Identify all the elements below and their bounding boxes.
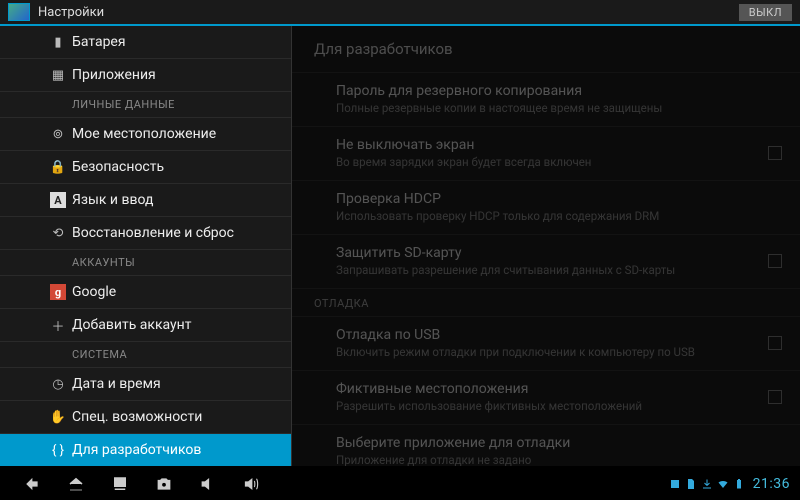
setting-subtitle: Приложение для отладки не задано <box>336 453 752 466</box>
sidebar-item-label: Приложения <box>72 67 156 83</box>
window-header: Настройки ВЫКЛ <box>0 0 800 26</box>
clock: 21:36 <box>753 476 790 492</box>
apps-icon: ▦ <box>50 67 66 83</box>
back-button[interactable] <box>10 468 54 500</box>
sidebar-item-label: Google <box>72 284 116 300</box>
setting-title: Не выключать экран <box>336 137 752 153</box>
checkbox[interactable] <box>768 336 782 350</box>
setting-title: Пароль для резервного копирования <box>336 83 752 99</box>
home-button[interactable] <box>54 468 98 500</box>
setting-subtitle: Включить режим отладки при подключении к… <box>336 345 752 360</box>
setting-title: Отладка по USB <box>336 327 752 343</box>
location-icon: ⊚ <box>50 126 66 142</box>
recent-apps-button[interactable] <box>98 468 142 500</box>
sidebar-item-language[interactable]: A Язык и ввод <box>0 184 291 217</box>
screenshot-button[interactable] <box>142 468 186 500</box>
app-icon <box>8 3 30 21</box>
sidebar-item-label: Батарея <box>72 34 126 50</box>
volume-down-button[interactable] <box>186 468 230 500</box>
clock-icon: ◷ <box>50 376 66 392</box>
hand-icon: ✋ <box>50 409 66 425</box>
download-icon <box>701 478 713 490</box>
system-navbar: 21:36 <box>0 468 800 500</box>
setting-row[interactable]: Проверка HDCP Использовать проверку HDCP … <box>292 181 800 235</box>
setting-subtitle: Использовать проверку HDCP только для со… <box>336 209 752 224</box>
sidebar-item-label: Безопасность <box>72 159 164 175</box>
google-icon: g <box>50 284 66 300</box>
battery-icon: ▮ <box>50 34 66 50</box>
sidebar-item-label: Дата и время <box>72 376 161 392</box>
setting-subtitle: Разрешить использование фиктивных местоп… <box>336 399 752 414</box>
lock-icon: 🔒 <box>50 159 66 175</box>
sidebar-item-label: Спец. возможности <box>72 409 202 425</box>
sidebar-item-braces[interactable]: { } Для разработчиков <box>0 434 291 466</box>
sidebar-item-label: Мое местоположение <box>72 126 216 142</box>
content-title: Для разработчиков <box>292 26 800 73</box>
sidebar-item-lock[interactable]: 🔒 Безопасность <box>0 151 291 184</box>
setting-row[interactable]: Пароль для резервного копирования Полные … <box>292 73 800 127</box>
status-tray[interactable]: 21:36 <box>669 476 790 492</box>
window-title: Настройки <box>38 5 739 20</box>
off-button[interactable]: ВЫКЛ <box>739 4 792 21</box>
sidebar-item-label: Для разработчиков <box>72 442 201 458</box>
sidebar-item-label: Добавить аккаунт <box>72 317 191 333</box>
checkbox[interactable] <box>768 146 782 160</box>
plus-icon: ＋ <box>50 317 66 333</box>
sidebar-item-clock[interactable]: ◷ Дата и время <box>0 368 291 401</box>
setting-row[interactable]: Выберите приложение для отладки Приложени… <box>292 425 800 466</box>
wifi-icon <box>717 478 729 490</box>
notification-icon <box>669 478 681 490</box>
setting-subtitle: Полные резервные копии в настоящее время… <box>336 101 752 116</box>
setting-row[interactable]: Фиктивные местоположения Разрешить исполь… <box>292 371 800 425</box>
sidebar-item-google[interactable]: g Google <box>0 276 291 309</box>
content-section-header: ОТЛАДКА <box>292 289 800 317</box>
checkbox[interactable] <box>768 254 782 268</box>
setting-subtitle: Во время зарядки экран будет всегда вклю… <box>336 155 752 170</box>
sidebar-section-header: СИСТЕМА <box>0 342 291 368</box>
braces-icon: { } <box>50 442 66 458</box>
battery-icon <box>733 478 745 490</box>
setting-title: Проверка HDCP <box>336 191 752 207</box>
sidebar-section-header: ЛИЧНЫЕ ДАННЫЕ <box>0 92 291 118</box>
sidebar-section-header: АККАУНТЫ <box>0 250 291 276</box>
restore-icon: ⟲ <box>50 225 66 241</box>
sidebar-item-label: Восстановление и сброс <box>72 225 234 241</box>
sidebar-item-plus[interactable]: ＋ Добавить аккаунт <box>0 309 291 342</box>
sidebar-item-hand[interactable]: ✋ Спец. возможности <box>0 401 291 434</box>
setting-title: Выберите приложение для отладки <box>336 435 752 451</box>
setting-title: Фиктивные местоположения <box>336 381 752 397</box>
sidebar-item-apps[interactable]: ▦ Приложения <box>0 59 291 92</box>
sidebar-item-restore[interactable]: ⟲ Восстановление и сброс <box>0 217 291 250</box>
setting-subtitle: Запрашивать разрешение для считывания да… <box>336 263 752 278</box>
sidebar-item-battery[interactable]: ▮ Батарея <box>0 26 291 59</box>
settings-content: Для разработчиков Пароль для резервного … <box>292 26 800 466</box>
checkbox[interactable] <box>768 390 782 404</box>
setting-row[interactable]: Отладка по USB Включить режим отладки при… <box>292 317 800 371</box>
sidebar-item-location[interactable]: ⊚ Мое местоположение <box>0 118 291 151</box>
setting-row[interactable]: Защитить SD-карту Запрашивать разрешение … <box>292 235 800 289</box>
setting-row[interactable]: Не выключать экран Во время зарядки экран… <box>292 127 800 181</box>
settings-sidebar: ▮ Батарея ▦ Приложения ЛИЧНЫЕ ДАННЫЕ ⊚ Мое мес… <box>0 26 292 466</box>
language-icon: A <box>50 192 66 208</box>
volume-up-button[interactable] <box>230 468 274 500</box>
sdcard-icon <box>685 478 697 490</box>
sidebar-item-label: Язык и ввод <box>72 192 153 208</box>
setting-title: Защитить SD-карту <box>336 245 752 261</box>
